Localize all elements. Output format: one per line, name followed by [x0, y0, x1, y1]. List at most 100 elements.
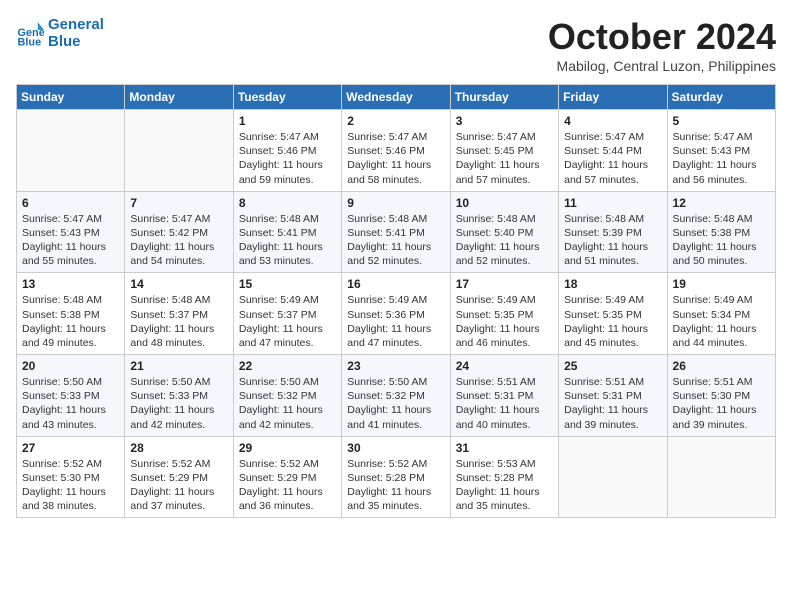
- calendar-cell: 12Sunrise: 5:48 AMSunset: 5:38 PMDayligh…: [667, 191, 775, 273]
- calendar-cell: 23Sunrise: 5:50 AMSunset: 5:32 PMDayligh…: [342, 355, 450, 437]
- day-detail: Sunset: 5:32 PM: [347, 389, 444, 403]
- day-detail: Sunrise: 5:52 AM: [347, 457, 444, 471]
- calendar-cell: 4Sunrise: 5:47 AMSunset: 5:44 PMDaylight…: [559, 110, 667, 192]
- day-detail: Daylight: 11 hours: [22, 240, 119, 254]
- calendar-cell: 2Sunrise: 5:47 AMSunset: 5:46 PMDaylight…: [342, 110, 450, 192]
- day-detail: Sunset: 5:37 PM: [130, 308, 227, 322]
- day-detail: and 42 minutes.: [130, 418, 227, 432]
- calendar-cell: 7Sunrise: 5:47 AMSunset: 5:42 PMDaylight…: [125, 191, 233, 273]
- day-detail: Sunset: 5:40 PM: [456, 226, 553, 240]
- day-detail: Sunrise: 5:51 AM: [564, 375, 661, 389]
- day-number: 19: [673, 277, 770, 291]
- day-detail: Sunset: 5:30 PM: [673, 389, 770, 403]
- day-detail: Sunrise: 5:47 AM: [673, 130, 770, 144]
- day-detail: Sunrise: 5:50 AM: [130, 375, 227, 389]
- day-detail: Sunrise: 5:49 AM: [564, 293, 661, 307]
- day-detail: Sunrise: 5:47 AM: [456, 130, 553, 144]
- calendar-week-row: 13Sunrise: 5:48 AMSunset: 5:38 PMDayligh…: [17, 273, 776, 355]
- day-number: 31: [456, 441, 553, 455]
- calendar-cell: 19Sunrise: 5:49 AMSunset: 5:34 PMDayligh…: [667, 273, 775, 355]
- day-number: 4: [564, 114, 661, 128]
- day-detail: Daylight: 11 hours: [564, 322, 661, 336]
- day-detail: Sunset: 5:29 PM: [130, 471, 227, 485]
- day-number: 23: [347, 359, 444, 373]
- day-detail: and 38 minutes.: [22, 499, 119, 513]
- day-number: 2: [347, 114, 444, 128]
- day-detail: Daylight: 11 hours: [130, 485, 227, 499]
- day-detail: and 59 minutes.: [239, 173, 336, 187]
- day-number: 5: [673, 114, 770, 128]
- day-detail: Sunrise: 5:49 AM: [456, 293, 553, 307]
- day-detail: Sunset: 5:38 PM: [22, 308, 119, 322]
- day-detail: Sunset: 5:37 PM: [239, 308, 336, 322]
- day-detail: Sunrise: 5:51 AM: [673, 375, 770, 389]
- day-number: 24: [456, 359, 553, 373]
- day-detail: Sunrise: 5:52 AM: [22, 457, 119, 471]
- day-detail: Daylight: 11 hours: [22, 485, 119, 499]
- calendar-cell: 18Sunrise: 5:49 AMSunset: 5:35 PMDayligh…: [559, 273, 667, 355]
- day-detail: Sunset: 5:32 PM: [239, 389, 336, 403]
- calendar-cell: 5Sunrise: 5:47 AMSunset: 5:43 PMDaylight…: [667, 110, 775, 192]
- day-detail: Sunrise: 5:52 AM: [130, 457, 227, 471]
- day-detail: and 51 minutes.: [564, 254, 661, 268]
- day-number: 21: [130, 359, 227, 373]
- dow-header: Friday: [559, 85, 667, 110]
- calendar-cell: 8Sunrise: 5:48 AMSunset: 5:41 PMDaylight…: [233, 191, 341, 273]
- calendar-cell: [17, 110, 125, 192]
- calendar-cell: 29Sunrise: 5:52 AMSunset: 5:29 PMDayligh…: [233, 436, 341, 518]
- day-detail: Sunrise: 5:48 AM: [564, 212, 661, 226]
- day-detail: Sunset: 5:33 PM: [130, 389, 227, 403]
- day-of-week-row: SundayMondayTuesdayWednesdayThursdayFrid…: [17, 85, 776, 110]
- dow-header: Monday: [125, 85, 233, 110]
- day-number: 30: [347, 441, 444, 455]
- calendar-cell: 25Sunrise: 5:51 AMSunset: 5:31 PMDayligh…: [559, 355, 667, 437]
- location: Mabilog, Central Luzon, Philippines: [548, 58, 776, 74]
- logo-icon: General Blue: [16, 19, 44, 47]
- day-detail: Sunset: 5:43 PM: [22, 226, 119, 240]
- day-detail: and 52 minutes.: [347, 254, 444, 268]
- calendar-cell: 13Sunrise: 5:48 AMSunset: 5:38 PMDayligh…: [17, 273, 125, 355]
- day-detail: Sunrise: 5:51 AM: [456, 375, 553, 389]
- day-detail: Sunrise: 5:48 AM: [22, 293, 119, 307]
- day-detail: Sunrise: 5:50 AM: [22, 375, 119, 389]
- day-detail: Daylight: 11 hours: [564, 240, 661, 254]
- day-detail: Sunset: 5:33 PM: [22, 389, 119, 403]
- day-number: 17: [456, 277, 553, 291]
- day-detail: Daylight: 11 hours: [130, 403, 227, 417]
- calendar-cell: 3Sunrise: 5:47 AMSunset: 5:45 PMDaylight…: [450, 110, 558, 192]
- day-detail: Sunset: 5:41 PM: [239, 226, 336, 240]
- day-detail: Sunset: 5:34 PM: [673, 308, 770, 322]
- day-detail: Sunset: 5:31 PM: [564, 389, 661, 403]
- day-detail: Sunset: 5:28 PM: [456, 471, 553, 485]
- calendar-cell: 14Sunrise: 5:48 AMSunset: 5:37 PMDayligh…: [125, 273, 233, 355]
- day-detail: Sunrise: 5:49 AM: [347, 293, 444, 307]
- day-detail: Daylight: 11 hours: [456, 158, 553, 172]
- calendar-cell: 9Sunrise: 5:48 AMSunset: 5:41 PMDaylight…: [342, 191, 450, 273]
- day-detail: Daylight: 11 hours: [456, 322, 553, 336]
- day-detail: Daylight: 11 hours: [22, 322, 119, 336]
- calendar-cell: 6Sunrise: 5:47 AMSunset: 5:43 PMDaylight…: [17, 191, 125, 273]
- day-number: 16: [347, 277, 444, 291]
- day-number: 27: [22, 441, 119, 455]
- day-detail: Daylight: 11 hours: [239, 322, 336, 336]
- day-detail: Sunrise: 5:50 AM: [347, 375, 444, 389]
- day-detail: Daylight: 11 hours: [130, 240, 227, 254]
- day-number: 6: [22, 196, 119, 210]
- calendar-cell: 15Sunrise: 5:49 AMSunset: 5:37 PMDayligh…: [233, 273, 341, 355]
- calendar-cell: 26Sunrise: 5:51 AMSunset: 5:30 PMDayligh…: [667, 355, 775, 437]
- day-detail: Daylight: 11 hours: [347, 322, 444, 336]
- dow-header: Tuesday: [233, 85, 341, 110]
- title-area: October 2024 Mabilog, Central Luzon, Phi…: [548, 16, 776, 74]
- day-detail: Daylight: 11 hours: [673, 322, 770, 336]
- day-detail: Daylight: 11 hours: [239, 240, 336, 254]
- day-detail: and 37 minutes.: [130, 499, 227, 513]
- day-number: 25: [564, 359, 661, 373]
- calendar-body: 1Sunrise: 5:47 AMSunset: 5:46 PMDaylight…: [17, 110, 776, 518]
- day-detail: and 35 minutes.: [347, 499, 444, 513]
- svg-text:Blue: Blue: [18, 36, 42, 47]
- day-detail: Daylight: 11 hours: [22, 403, 119, 417]
- day-detail: and 48 minutes.: [130, 336, 227, 350]
- day-number: 15: [239, 277, 336, 291]
- day-detail: Sunset: 5:28 PM: [347, 471, 444, 485]
- day-number: 9: [347, 196, 444, 210]
